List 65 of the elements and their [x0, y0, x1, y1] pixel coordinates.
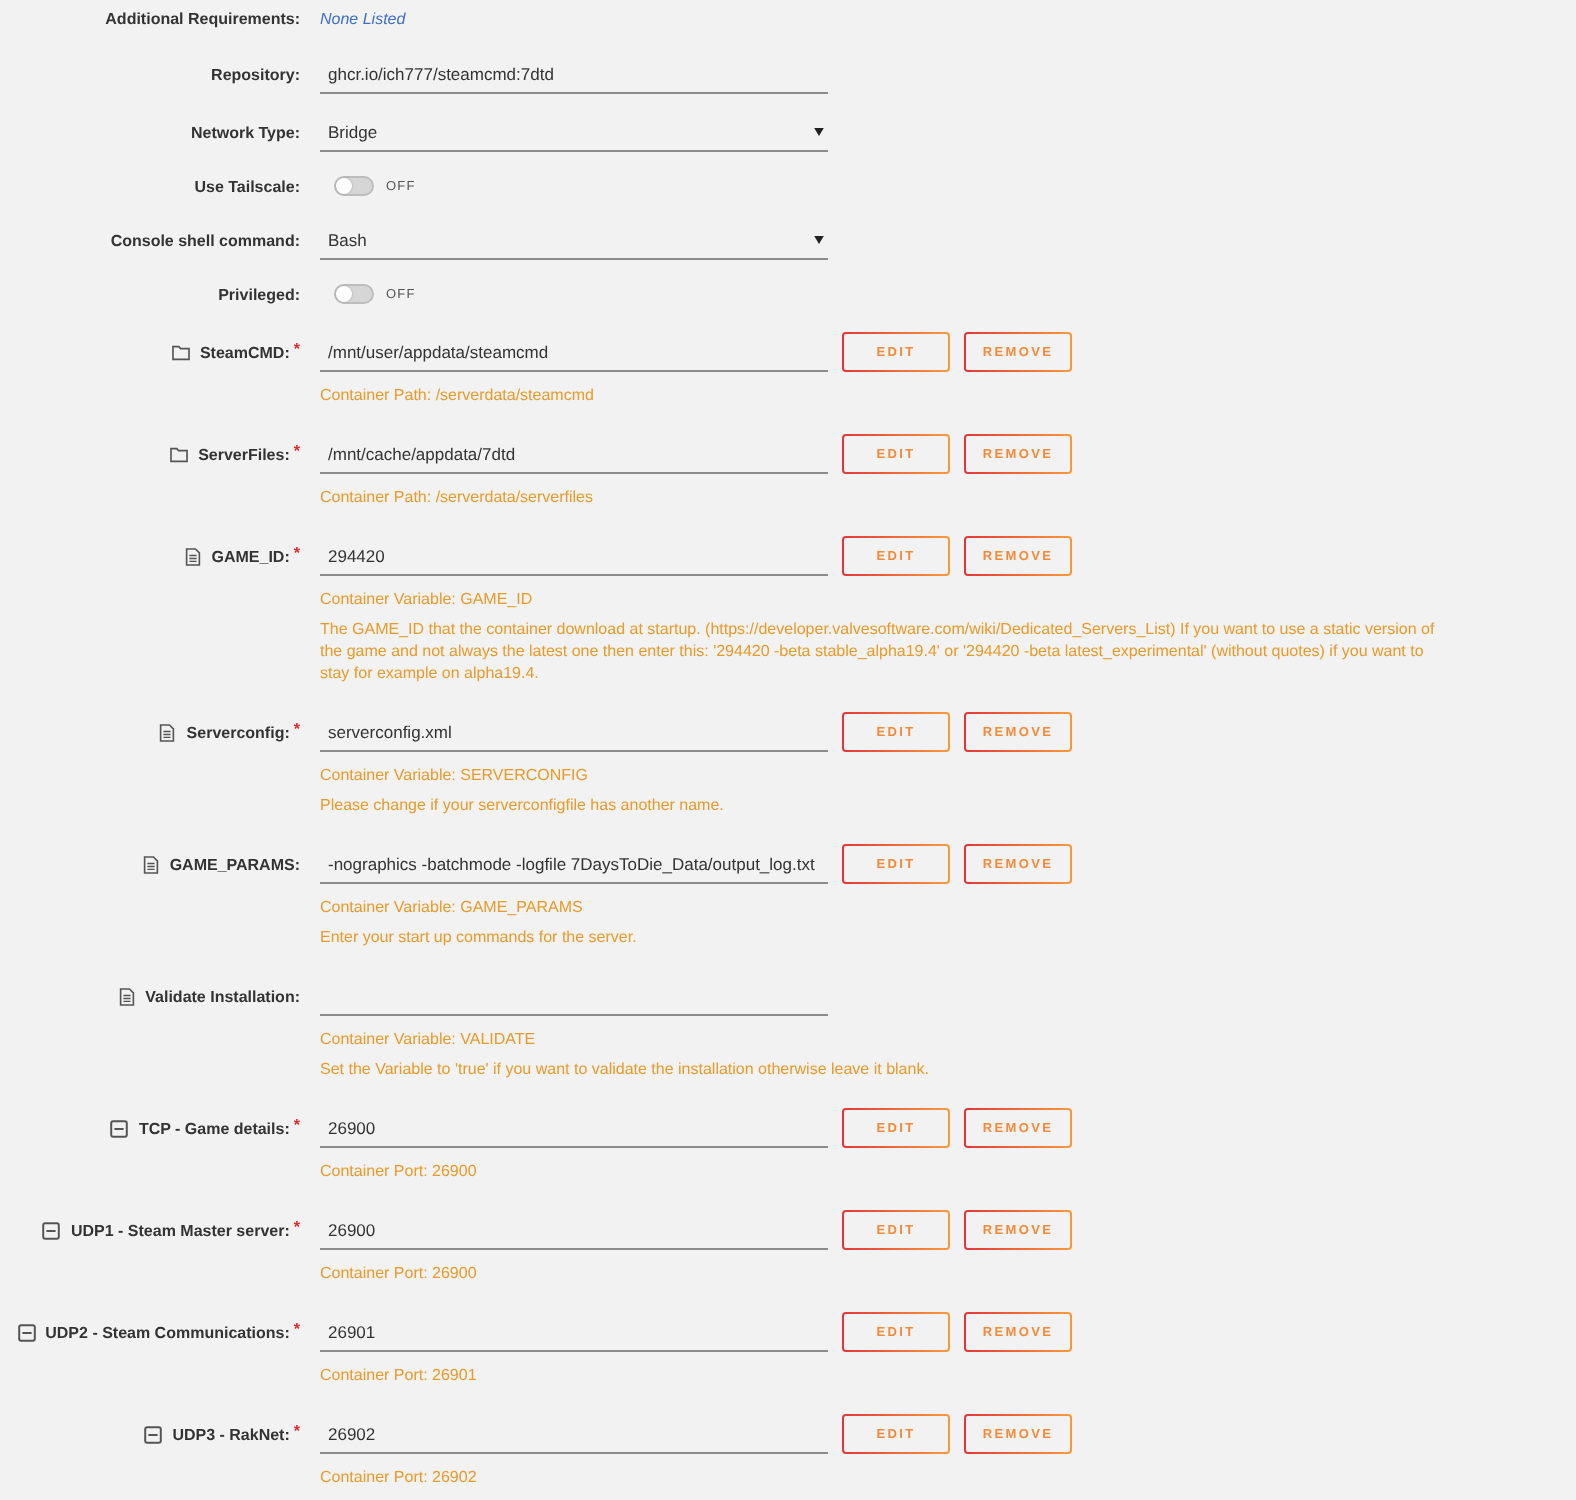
- field-label: UDP3 - RakNet:: [172, 1425, 290, 1443]
- required-marker: *: [293, 543, 300, 561]
- field-label: Serverconfig:: [186, 723, 290, 741]
- required-marker: *: [293, 1421, 300, 1439]
- text-field[interactable]: -nographics -batchmode -logfile 7DaysToDie_Data/output_log.txt: [320, 844, 828, 884]
- field-description: Container Port: 26900: [320, 1160, 479, 1182]
- folder-icon: [170, 445, 189, 463]
- file-icon: [117, 987, 136, 1005]
- field-label: SteamCMD:: [199, 343, 290, 361]
- minus-square-icon: [42, 1221, 61, 1239]
- field-label: Use Tailscale:: [194, 177, 300, 195]
- field-label: UDP2 - Steam Communications:: [45, 1323, 290, 1341]
- field-description: Please change if your serverconfigfile has another name.: [320, 794, 726, 816]
- field-description: Container Variable: VALIDATE: [320, 1028, 538, 1050]
- file-icon: [183, 547, 202, 565]
- required-marker: *: [293, 1319, 300, 1337]
- text-field[interactable]: /mnt/cache/appdata/7dtd: [320, 434, 828, 474]
- field-description: Container Variable: GAME_PARAMS: [320, 896, 585, 918]
- field-label: TCP - Game details:: [138, 1119, 290, 1137]
- minus-square-icon: [17, 1323, 36, 1341]
- required-marker: *: [293, 1217, 300, 1235]
- text-field[interactable]: serverconfig.xml: [320, 712, 828, 752]
- minus-square-icon: [144, 1425, 163, 1443]
- field-description: Container Path: /serverdata/steamcmd: [320, 384, 596, 406]
- field-label: Network Type:: [190, 123, 300, 141]
- field-label: Console shell command:: [110, 231, 300, 249]
- toggle-switch[interactable]: [334, 176, 374, 196]
- dropdown[interactable]: Bridge: [320, 112, 828, 152]
- field-label: GAME_PARAMS:: [169, 855, 300, 873]
- text-field[interactable]: ghcr.io/ich777/steamcmd:7dtd: [320, 54, 828, 94]
- field-label: ServerFiles:: [198, 445, 290, 463]
- field-label: UDP1 - Steam Master server:: [70, 1221, 290, 1239]
- field-label: GAME_ID:: [211, 547, 290, 565]
- caret-icon: [814, 235, 824, 243]
- toggle-switch[interactable]: [334, 284, 374, 304]
- caret-icon: [814, 127, 824, 135]
- field-label: Privileged:: [218, 285, 300, 303]
- text-field[interactable]: /mnt/user/appdata/steamcmd: [320, 332, 828, 372]
- required-marker: *: [293, 719, 300, 737]
- field-description: Container Variable: GAME_ID: [320, 588, 535, 610]
- requirements-value: None Listed: [320, 9, 406, 27]
- text-field[interactable]: 26901: [320, 1312, 828, 1352]
- field-description: Container Port: 26902: [320, 1466, 479, 1488]
- text-field[interactable]: 26902: [320, 1414, 828, 1454]
- text-field[interactable]: 26900: [320, 1108, 828, 1148]
- field-label: Repository:: [211, 65, 300, 83]
- field-label: Validate Installation:: [145, 987, 300, 1005]
- file-icon: [141, 855, 160, 873]
- dropdown[interactable]: Bash: [320, 220, 828, 260]
- file-icon: [158, 723, 177, 741]
- field-label: Additional Requirements:: [105, 9, 300, 27]
- folder-icon: [171, 343, 190, 361]
- field-description: Container Port: 26901: [320, 1364, 479, 1386]
- required-marker: *: [293, 1115, 300, 1133]
- required-marker: *: [293, 339, 300, 357]
- field-description: Container Variable: SERVERCONFIG: [320, 764, 590, 786]
- field-description: Container Port: 26900: [320, 1262, 479, 1284]
- field-description: Set the Variable to 'true' if you want to validate the installation otherwise leave it blank.: [320, 1058, 931, 1080]
- field-description: The GAME_ID that the container download at startup. (https://developer.valvesoftware.com/wiki/Dedicated_Servers_List) If you want to use a static version of the game and not always the latest one then enter this: '294420 -beta stable_alpha19.4' or '294420 -beta latest_experimental' (without quotes) if you want to stay for example on alpha19.4.: [320, 618, 1437, 684]
- minus-square-icon: [110, 1119, 129, 1137]
- field-description: Enter your start up commands for the server.: [320, 926, 639, 948]
- field-description: Container Path: /serverdata/serverfiles: [320, 486, 596, 508]
- text-field[interactable]: 294420: [320, 536, 828, 576]
- required-marker: *: [293, 441, 300, 459]
- text-field[interactable]: 26900: [320, 1210, 828, 1250]
